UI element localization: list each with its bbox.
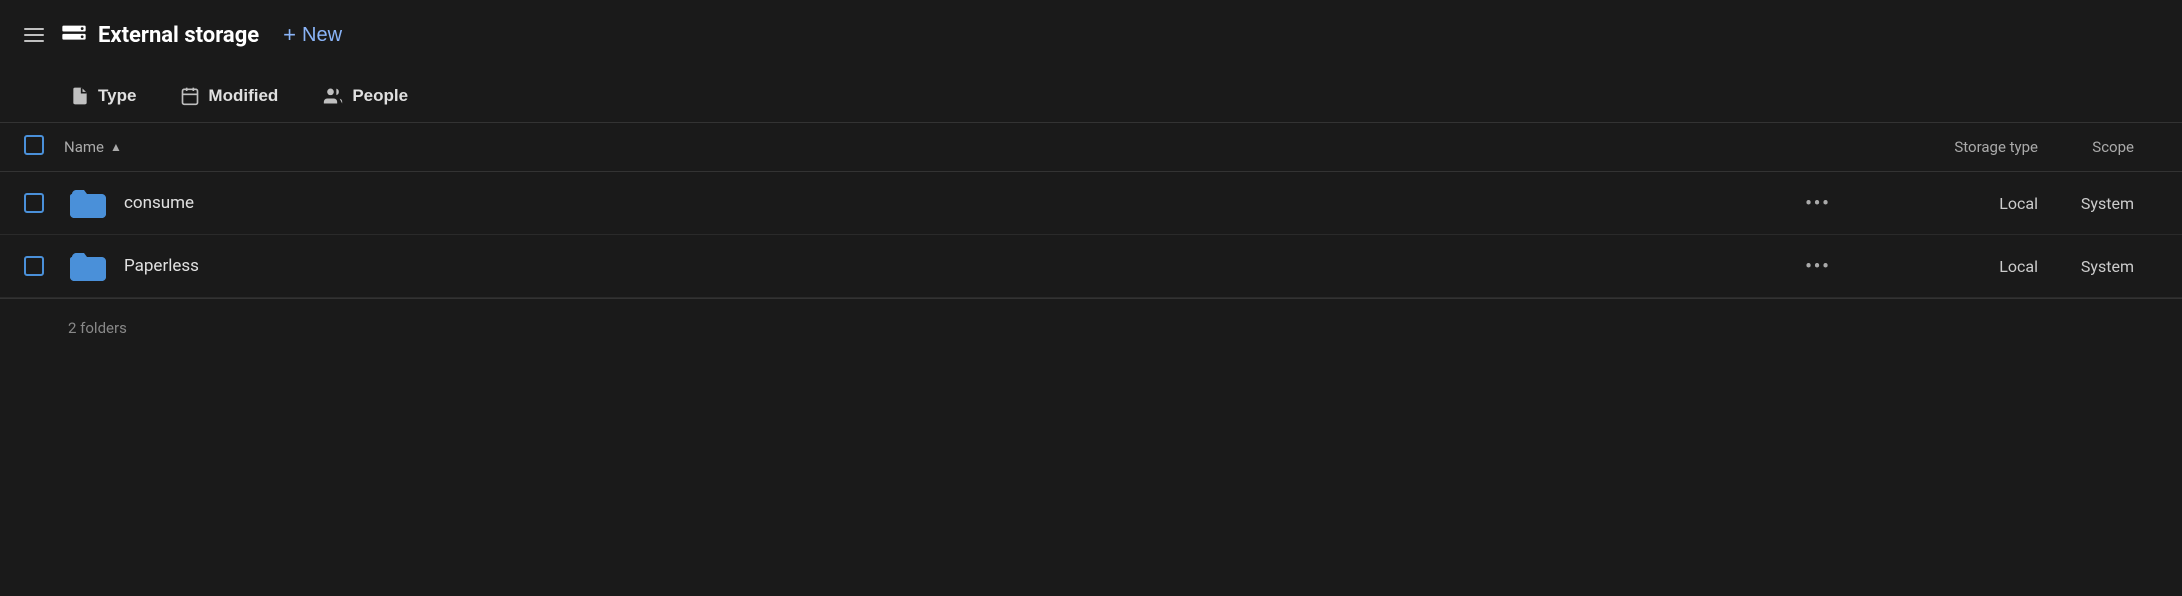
folder-icon bbox=[70, 188, 106, 218]
folder-icon bbox=[70, 251, 106, 281]
column-name-header[interactable]: Name ▲ bbox=[64, 138, 1838, 156]
plus-icon: + bbox=[283, 22, 296, 48]
row-1-more-button[interactable]: ••• bbox=[1798, 193, 1838, 214]
filter-people-button[interactable]: People bbox=[312, 80, 418, 112]
filter-type-label: Type bbox=[98, 86, 136, 106]
table-row: Paperless ••• Local System bbox=[0, 235, 2182, 298]
title-area: External storage bbox=[60, 21, 259, 49]
row-1-checkbox[interactable] bbox=[24, 193, 44, 213]
people-icon bbox=[322, 86, 344, 106]
row-2-more-button[interactable]: ••• bbox=[1798, 256, 1838, 277]
type-icon bbox=[70, 86, 90, 106]
column-storage-type-header: Storage type bbox=[1838, 138, 2038, 156]
filter-modified-label: Modified bbox=[208, 86, 278, 106]
filter-people-label: People bbox=[352, 86, 408, 106]
folder-icon-wrapper bbox=[64, 188, 112, 218]
table-row: consume ••• Local System bbox=[0, 172, 2182, 235]
new-button[interactable]: + New bbox=[275, 18, 350, 52]
sort-arrow-icon: ▲ bbox=[110, 140, 122, 154]
select-all-checkbox[interactable] bbox=[24, 135, 44, 155]
table-body: consume ••• Local System Paperless ••• L… bbox=[0, 172, 2182, 298]
external-storage-icon bbox=[60, 21, 88, 49]
filter-bar: Type Modified People bbox=[0, 70, 2182, 122]
filter-type-button[interactable]: Type bbox=[60, 80, 146, 112]
new-button-label: New bbox=[302, 24, 342, 47]
row-1-storage-type: Local bbox=[1838, 194, 2038, 213]
column-name-label: Name bbox=[64, 138, 104, 156]
folder-icon-wrapper bbox=[64, 251, 112, 281]
top-bar: External storage + New bbox=[0, 0, 2182, 70]
menu-toggle[interactable] bbox=[24, 28, 44, 42]
row-2-storage-type: Local bbox=[1838, 257, 2038, 276]
filter-modified-button[interactable]: Modified bbox=[170, 80, 288, 112]
column-scope-header: Scope bbox=[2038, 138, 2158, 156]
row-1-scope: System bbox=[2038, 194, 2158, 213]
header-checkbox-col bbox=[24, 135, 64, 159]
row-2-scope: System bbox=[2038, 257, 2158, 276]
row-1-name: consume bbox=[124, 193, 1798, 213]
row-2-name: Paperless bbox=[124, 256, 1798, 276]
table-header: Name ▲ Storage type Scope bbox=[0, 122, 2182, 172]
row-checkbox-wrapper bbox=[24, 193, 64, 213]
row-checkbox-wrapper bbox=[24, 256, 64, 276]
row-2-checkbox[interactable] bbox=[24, 256, 44, 276]
footer-row: 2 folders bbox=[0, 299, 2182, 357]
folder-count: 2 folders bbox=[68, 319, 127, 337]
page-title: External storage bbox=[98, 23, 259, 48]
modified-icon bbox=[180, 86, 200, 106]
